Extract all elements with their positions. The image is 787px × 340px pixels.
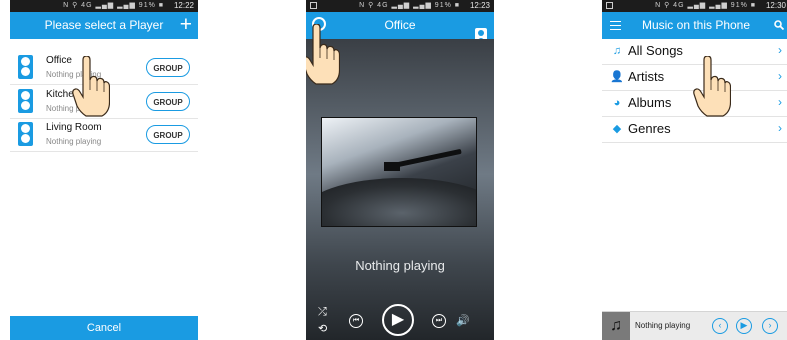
notification-icon	[606, 2, 613, 9]
album-art	[321, 117, 477, 227]
menu-item-label: Genres	[628, 121, 671, 136]
status-icons: N ⚲ 4G ▂▄▆ ▂▄▆ 91% ■	[655, 2, 756, 9]
status-bar: N ⚲ 4G ▂▄▆ ▂▄▆ 91% ■ 12:30	[602, 0, 787, 12]
speaker-icon	[18, 89, 33, 113]
plus-icon[interactable]: +	[180, 14, 192, 36]
next-icon[interactable]: ⏭	[432, 314, 446, 328]
menu-item-label: All Songs	[628, 43, 683, 58]
repeat-icon[interactable]: ⟲	[318, 322, 327, 335]
player-name: Office	[46, 55, 72, 66]
speaker-icon	[18, 122, 33, 146]
play-icon[interactable]: ▶	[382, 304, 414, 336]
previous-icon[interactable]: ‹	[712, 318, 728, 334]
music-library-screen: N ⚲ 4G ▂▄▆ ▂▄▆ 91% ■ 12:30 Music on this…	[602, 0, 787, 340]
mini-player-text: Nothing playing	[635, 321, 691, 330]
group-button[interactable]: GROUP	[146, 125, 190, 144]
group-button[interactable]: GROUP	[146, 92, 190, 111]
note-icon: ♫	[612, 45, 622, 57]
notification-icon	[310, 2, 317, 9]
speaker-icon	[18, 55, 33, 79]
now-playing-text: Nothing playing	[355, 258, 445, 273]
chevron-right-icon: ›	[778, 95, 782, 109]
turntable-platter	[322, 178, 476, 226]
chevron-right-icon: ›	[778, 121, 782, 135]
mini-player[interactable]: ♫ Nothing playing ‹ ▶ ›	[602, 311, 787, 340]
person-icon: 👤	[610, 71, 624, 83]
app-bar: Please select a Player +	[10, 12, 198, 39]
tonearm-head	[384, 162, 400, 171]
tonearm	[392, 148, 462, 169]
shuffle-icon[interactable]: ⤮	[318, 306, 327, 319]
player-name: Living Room	[46, 122, 102, 133]
page-title: Music on this Phone	[641, 18, 751, 32]
menu-item-label: Albums	[628, 95, 672, 110]
menu-item-label: Artists	[628, 69, 665, 84]
status-icons: N ⚲ 4G ▂▄▆ ▂▄▆ 91% ■	[63, 2, 164, 9]
cancel-button[interactable]: Cancel	[10, 316, 198, 340]
chevron-right-icon: ›	[778, 69, 782, 83]
hand-pointer-icon	[693, 56, 731, 117]
disc-icon: ◕	[613, 97, 621, 109]
previous-icon[interactable]: ⏮	[349, 314, 363, 328]
player-status: Nothing playing	[46, 137, 102, 146]
status-bar: N ⚲ 4G ▂▄▆ ▂▄▆ 91% ■ 12:22	[10, 0, 198, 12]
status-time: 12:30	[765, 1, 786, 10]
tag-icon: ◆	[612, 123, 622, 135]
page-title: Please select a Player	[44, 18, 164, 32]
chevron-right-icon: ›	[778, 43, 782, 57]
hand-pointer-icon	[306, 24, 340, 85]
status-icons: N ⚲ 4G ▂▄▆ ▂▄▆ 91% ■	[359, 2, 460, 9]
next-icon[interactable]: ›	[762, 318, 778, 334]
hand-pointer-icon	[72, 56, 110, 117]
music-note-icon: ♫	[602, 312, 630, 340]
app-bar: Music on this Phone	[602, 12, 787, 39]
play-icon[interactable]: ▶	[736, 318, 752, 334]
now-playing-screen: N ⚲ 4G ▂▄▆ ▂▄▆ 91% ■ 12:23 Office Nothin…	[306, 0, 494, 340]
status-time: 12:22	[173, 1, 194, 10]
player-row-living-room[interactable]: Living Room Nothing playing GROUP	[10, 118, 198, 152]
search-icon[interactable]	[774, 20, 784, 30]
group-button[interactable]: GROUP	[146, 58, 190, 77]
status-bar: N ⚲ 4G ▂▄▆ ▂▄▆ 91% ■ 12:23	[306, 0, 494, 12]
status-time: 12:23	[469, 1, 490, 10]
menu-item-genres[interactable]: ◆ Genres ›	[602, 117, 787, 143]
volume-icon[interactable]: 🔊	[456, 314, 470, 327]
player-select-screen: N ⚲ 4G ▂▄▆ ▂▄▆ 91% ■ 12:22 Please select…	[10, 0, 198, 340]
